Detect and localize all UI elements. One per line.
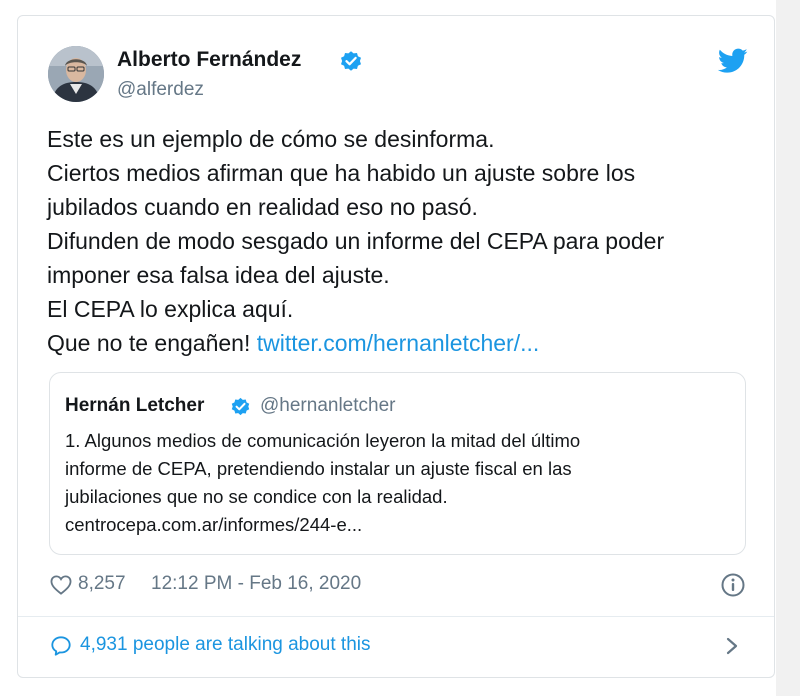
twitter-bird-icon[interactable]: [718, 48, 748, 74]
page-background-strip: [776, 0, 800, 696]
tweet-line: jubilados cuando en realidad eso no pasó…: [47, 194, 478, 220]
like-count[interactable]: 8,257: [78, 573, 126, 595]
info-icon[interactable]: [720, 572, 746, 598]
tweet-line: imponer esa falsa idea del ajuste.: [47, 262, 390, 288]
timestamp[interactable]: 12:12 PM - Feb 16, 2020: [151, 573, 361, 595]
talking-about-text[interactable]: 4,931 people are talking about this: [80, 634, 371, 656]
quoted-line: informe de CEPA, pretendiendo instalar u…: [65, 458, 572, 479]
verified-icon: [231, 397, 250, 416]
chat-bubble-icon: [51, 636, 71, 656]
quoted-tweet-text: 1. Algunos medios de comunicación leyero…: [65, 427, 735, 539]
heart-icon[interactable]: [50, 575, 72, 595]
tweet-line: El CEPA lo explica aquí.: [47, 296, 294, 322]
tweet-line: Este es un ejemplo de cómo se desinforma…: [47, 126, 495, 152]
quoted-line: centrocepa.com.ar/informes/244-e...: [65, 514, 363, 535]
quoted-author-name[interactable]: Hernán Letcher: [65, 395, 204, 417]
tweet-line: Que no te engañen!: [47, 330, 251, 356]
author-handle[interactable]: @alferdez: [117, 79, 204, 101]
tweet-line-last: Que no te engañen! twitter.com/hernanlet…: [47, 326, 747, 360]
tweet-text: Este es un ejemplo de cómo se desinforma…: [47, 122, 747, 360]
avatar-image: [48, 46, 104, 102]
tweet-line: Difunden de modo sesgado un informe del …: [47, 228, 665, 254]
divider: [18, 616, 774, 617]
quoted-author-handle[interactable]: @hernanletcher: [260, 395, 395, 417]
author-name[interactable]: Alberto Fernández: [117, 48, 301, 72]
tweet-line: Ciertos medios afirman que ha habido un …: [47, 160, 636, 186]
quoted-tweet-link[interactable]: twitter.com/hernanletcher/...: [257, 330, 540, 356]
quoted-line: 1. Algunos medios de comunicación leyero…: [65, 430, 581, 451]
avatar[interactable]: [48, 46, 104, 102]
quoted-line: jubilaciones que no se condice con la re…: [65, 486, 448, 507]
quoted-tweet[interactable]: Hernán Letcher @hernanletcher 1. Algunos…: [49, 372, 746, 555]
verified-icon: [341, 51, 361, 71]
chevron-right-icon[interactable]: [725, 636, 739, 656]
